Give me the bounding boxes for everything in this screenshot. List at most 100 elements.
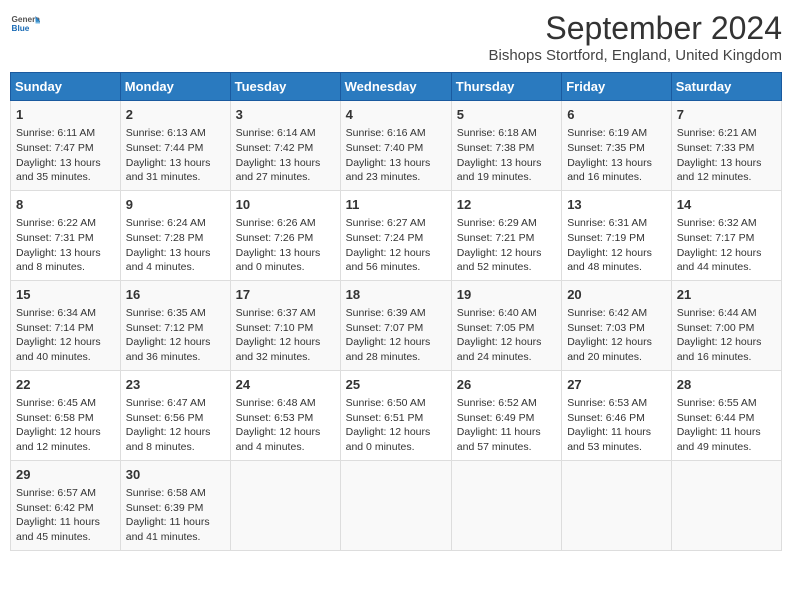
- day-number: 26: [457, 376, 556, 394]
- calendar-cell: 20 Sunrise: 6:42 AM Sunset: 7:03 PM Dayli…: [562, 280, 672, 370]
- header-sunday: Sunday: [11, 73, 121, 101]
- header-wednesday: Wednesday: [340, 73, 451, 101]
- calendar-cell: 15 Sunrise: 6:34 AM Sunset: 7:14 PM Dayli…: [11, 280, 121, 370]
- day-info: Sunrise: 6:31 AM Sunset: 7:19 PM Dayligh…: [567, 216, 666, 275]
- day-number: 29: [16, 466, 115, 484]
- calendar-week-3: 15 Sunrise: 6:34 AM Sunset: 7:14 PM Dayli…: [11, 280, 782, 370]
- calendar-cell: 8 Sunrise: 6:22 AM Sunset: 7:31 PM Daylig…: [11, 190, 121, 280]
- calendar-week-4: 22Sunrise: 6:45 AM Sunset: 6:58 PM Dayli…: [11, 370, 782, 460]
- day-info: Sunrise: 6:11 AM Sunset: 7:47 PM Dayligh…: [16, 126, 115, 185]
- day-info: Sunrise: 6:29 AM Sunset: 7:21 PM Dayligh…: [457, 216, 556, 275]
- day-info: Sunrise: 6:32 AM Sunset: 7:17 PM Dayligh…: [677, 216, 776, 275]
- calendar-cell: 6 Sunrise: 6:19 AM Sunset: 7:35 PM Daylig…: [562, 101, 672, 191]
- day-number: 7: [677, 106, 776, 124]
- calendar-cell: 7 Sunrise: 6:21 AM Sunset: 7:33 PM Daylig…: [671, 101, 781, 191]
- day-info: Sunrise: 6:44 AM Sunset: 7:00 PM Dayligh…: [677, 306, 776, 365]
- day-info: Sunrise: 6:53 AM Sunset: 6:46 PM Dayligh…: [567, 396, 666, 455]
- page-header: General Blue September 2024 Bishops Stor…: [10, 10, 782, 64]
- calendar-cell: 1 Sunrise: 6:11 AM Sunset: 7:47 PM Daylig…: [11, 101, 121, 191]
- day-number: 6: [567, 106, 666, 124]
- calendar-cell: [451, 460, 561, 550]
- calendar-cell: [340, 460, 451, 550]
- calendar-cell: 11 Sunrise: 6:27 AM Sunset: 7:24 PM Dayli…: [340, 190, 451, 280]
- calendar-cell: 24 Sunrise: 6:48 AM Sunset: 6:53 PM Dayli…: [230, 370, 340, 460]
- calendar-cell: 10 Sunrise: 6:26 AM Sunset: 7:26 PM Dayli…: [230, 190, 340, 280]
- calendar-table: Sunday Monday Tuesday Wednesday Thursday…: [10, 72, 782, 551]
- day-info: Sunrise: 6:26 AM Sunset: 7:26 PM Dayligh…: [236, 216, 335, 275]
- day-number: 23: [126, 376, 225, 394]
- day-number: 30: [126, 466, 225, 484]
- day-info: Sunrise: 6:39 AM Sunset: 7:07 PM Dayligh…: [346, 306, 446, 365]
- logo-icon: General Blue: [10, 10, 40, 40]
- day-info: Sunrise: 6:35 AM Sunset: 7:12 PM Dayligh…: [126, 306, 225, 365]
- day-number: 16: [126, 286, 225, 304]
- day-number: 13: [567, 196, 666, 214]
- header-monday: Monday: [120, 73, 230, 101]
- calendar-cell: 30 Sunrise: 6:58 AM Sunset: 6:39 PM Dayli…: [120, 460, 230, 550]
- day-number: 3: [236, 106, 335, 124]
- location-subtitle: Bishops Stortford, England, United Kingd…: [488, 47, 782, 64]
- day-number: 22: [16, 376, 115, 394]
- day-number: 1: [16, 106, 115, 124]
- day-info: Sunrise: 6:42 AM Sunset: 7:03 PM Dayligh…: [567, 306, 666, 365]
- day-number: 18: [346, 286, 446, 304]
- calendar-cell: 2 Sunrise: 6:13 AM Sunset: 7:44 PM Daylig…: [120, 101, 230, 191]
- day-info: Sunrise: 6:18 AM Sunset: 7:38 PM Dayligh…: [457, 126, 556, 185]
- day-info: Sunrise: 6:40 AM Sunset: 7:05 PM Dayligh…: [457, 306, 556, 365]
- day-info: Sunrise: 6:48 AM Sunset: 6:53 PM Dayligh…: [236, 396, 335, 455]
- day-number: 4: [346, 106, 446, 124]
- calendar-header-row: Sunday Monday Tuesday Wednesday Thursday…: [11, 73, 782, 101]
- day-number: 24: [236, 376, 335, 394]
- day-info: Sunrise: 6:19 AM Sunset: 7:35 PM Dayligh…: [567, 126, 666, 185]
- day-info: Sunrise: 6:47 AM Sunset: 6:56 PM Dayligh…: [126, 396, 225, 455]
- day-info: Sunrise: 6:16 AM Sunset: 7:40 PM Dayligh…: [346, 126, 446, 185]
- calendar-cell: [671, 460, 781, 550]
- logo: General Blue: [10, 10, 40, 40]
- calendar-cell: 14 Sunrise: 6:32 AM Sunset: 7:17 PM Dayli…: [671, 190, 781, 280]
- svg-text:Blue: Blue: [12, 24, 30, 33]
- calendar-cell: 29 Sunrise: 6:57 AM Sunset: 6:42 PM Dayli…: [11, 460, 121, 550]
- day-number: 9: [126, 196, 225, 214]
- calendar-cell: 16 Sunrise: 6:35 AM Sunset: 7:12 PM Dayli…: [120, 280, 230, 370]
- day-number: 2: [126, 106, 225, 124]
- calendar-cell: 5Sunrise: 6:18 AM Sunset: 7:38 PM Daylig…: [451, 101, 561, 191]
- calendar-cell: 23 Sunrise: 6:47 AM Sunset: 6:56 PM Dayli…: [120, 370, 230, 460]
- day-info: Sunrise: 6:13 AM Sunset: 7:44 PM Dayligh…: [126, 126, 225, 185]
- calendar-cell: [230, 460, 340, 550]
- day-info: Sunrise: 6:52 AM Sunset: 6:49 PM Dayligh…: [457, 396, 556, 455]
- month-year-title: September 2024: [488, 10, 782, 47]
- day-info: Sunrise: 6:14 AM Sunset: 7:42 PM Dayligh…: [236, 126, 335, 185]
- day-number: 8: [16, 196, 115, 214]
- day-number: 15: [16, 286, 115, 304]
- calendar-cell: 19 Sunrise: 6:40 AM Sunset: 7:05 PM Dayli…: [451, 280, 561, 370]
- day-number: 21: [677, 286, 776, 304]
- day-number: 19: [457, 286, 556, 304]
- day-info: Sunrise: 6:57 AM Sunset: 6:42 PM Dayligh…: [16, 486, 115, 545]
- day-number: 12: [457, 196, 556, 214]
- title-block: September 2024 Bishops Stortford, Englan…: [488, 10, 782, 64]
- day-info: Sunrise: 6:21 AM Sunset: 7:33 PM Dayligh…: [677, 126, 776, 185]
- day-info: Sunrise: 6:55 AM Sunset: 6:44 PM Dayligh…: [677, 396, 776, 455]
- day-info: Sunrise: 6:34 AM Sunset: 7:14 PM Dayligh…: [16, 306, 115, 365]
- day-number: 20: [567, 286, 666, 304]
- calendar-cell: 13 Sunrise: 6:31 AM Sunset: 7:19 PM Dayli…: [562, 190, 672, 280]
- calendar-cell: 4 Sunrise: 6:16 AM Sunset: 7:40 PM Daylig…: [340, 101, 451, 191]
- calendar-cell: 9 Sunrise: 6:24 AM Sunset: 7:28 PM Daylig…: [120, 190, 230, 280]
- day-number: 27: [567, 376, 666, 394]
- calendar-cell: 28 Sunrise: 6:55 AM Sunset: 6:44 PM Dayli…: [671, 370, 781, 460]
- calendar-week-5: 29 Sunrise: 6:57 AM Sunset: 6:42 PM Dayli…: [11, 460, 782, 550]
- day-info: Sunrise: 6:58 AM Sunset: 6:39 PM Dayligh…: [126, 486, 225, 545]
- day-number: 28: [677, 376, 776, 394]
- calendar-cell: [562, 460, 672, 550]
- day-number: 11: [346, 196, 446, 214]
- day-info: Sunrise: 6:22 AM Sunset: 7:31 PM Dayligh…: [16, 216, 115, 275]
- day-info: Sunrise: 6:27 AM Sunset: 7:24 PM Dayligh…: [346, 216, 446, 275]
- calendar-cell: 3 Sunrise: 6:14 AM Sunset: 7:42 PM Daylig…: [230, 101, 340, 191]
- day-number: 14: [677, 196, 776, 214]
- day-info: Sunrise: 6:24 AM Sunset: 7:28 PM Dayligh…: [126, 216, 225, 275]
- header-tuesday: Tuesday: [230, 73, 340, 101]
- day-number: 10: [236, 196, 335, 214]
- day-number: 17: [236, 286, 335, 304]
- calendar-cell: 18 Sunrise: 6:39 AM Sunset: 7:07 PM Dayli…: [340, 280, 451, 370]
- calendar-cell: 25Sunrise: 6:50 AM Sunset: 6:51 PM Dayli…: [340, 370, 451, 460]
